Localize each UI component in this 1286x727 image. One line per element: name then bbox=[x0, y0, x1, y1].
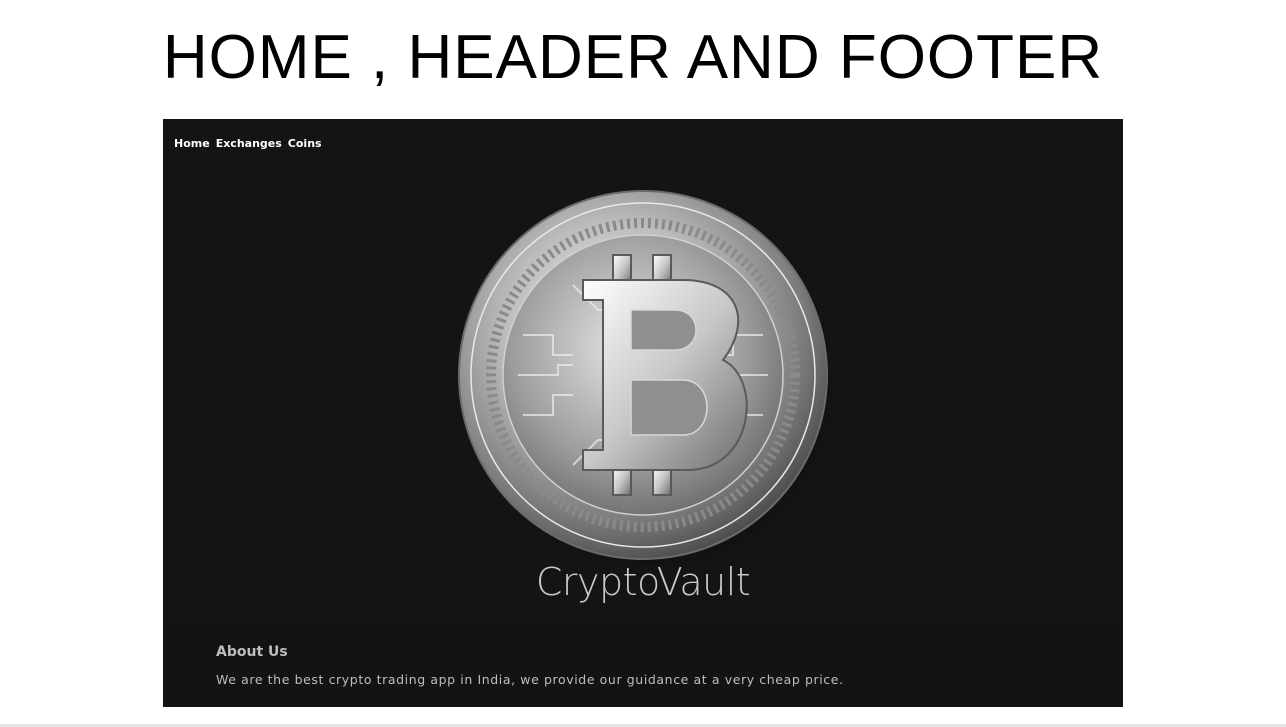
slide-title: HOME , HEADER AND FOOTER bbox=[162, 23, 1104, 92]
footer-text: We are the best crypto trading app in In… bbox=[216, 672, 844, 687]
nav-link-coins[interactable]: Coins bbox=[288, 137, 322, 150]
header-navbar: Home Exchanges Coins bbox=[174, 137, 322, 150]
footer-heading: About Us bbox=[216, 644, 288, 660]
brand-name: CryptoVault bbox=[535, 560, 751, 604]
bitcoin-coin-icon bbox=[453, 185, 837, 571]
bitcoin-coin-graphic bbox=[458, 190, 837, 571]
nav-link-home[interactable]: Home bbox=[174, 137, 210, 150]
nav-link-exchanges[interactable]: Exchanges bbox=[216, 137, 282, 150]
footer: About Us We are the best crypto trading … bbox=[163, 624, 1123, 707]
app-window: Home Exchanges Coins CryptoVault About U… bbox=[163, 119, 1123, 707]
